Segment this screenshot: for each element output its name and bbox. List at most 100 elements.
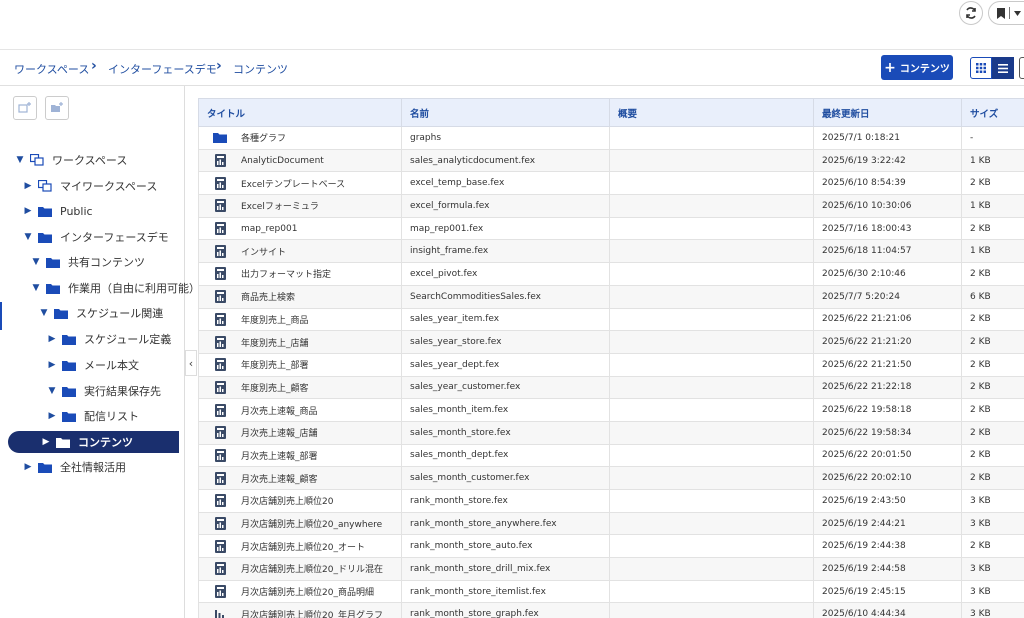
breadcrumb-item-interface-demo[interactable]: インターフェースデモ	[108, 61, 217, 77]
row-name: sales_month_dept.fex	[401, 443, 610, 468]
caret-right-icon[interactable]: ▶	[22, 462, 34, 472]
table-row[interactable]: 年度別売上_商品 sales_year_item.fex 2025/6/22 21:…	[198, 307, 1024, 332]
title-cell[interactable]: 月次売上速報_部署	[198, 443, 402, 468]
row-size: 2 KB	[961, 352, 1024, 377]
table-row[interactable]: 月次売上速報_顧客 sales_month_customer.fex 2025/6/…	[198, 466, 1024, 490]
tree-item[interactable]: ▼ 共有コンテンツ	[30, 251, 145, 273]
title-cell[interactable]: 月次店舗別売上順位20_商品明細	[198, 579, 402, 604]
tree-item-label: 全社情報活用	[60, 461, 126, 474]
table-row[interactable]: 各種グラフ graphs 2025/7/1 0:18:21-	[198, 126, 1024, 150]
title-cell[interactable]: 商品売上検索	[198, 284, 402, 309]
title-cell[interactable]: Excelフォーミュラ	[198, 194, 402, 218]
table-row[interactable]: Excelフォーミュラ excel_formula.fex 2025/6/10 10…	[198, 194, 1024, 218]
title-cell[interactable]: 月次店舗別売上順位20	[198, 489, 402, 513]
table-row[interactable]: 出力フォーマット指定 excel_pivot.fex 2025/6/30 2:10:…	[198, 262, 1024, 286]
caret-down-icon[interactable]: ▼	[30, 257, 42, 267]
tree-item[interactable]: ▶ メール本文	[46, 354, 139, 376]
title-cell[interactable]: 月次売上速報_店舗	[198, 420, 402, 445]
title-cell[interactable]: 月次店舗別売上順位20_anywhere	[198, 511, 402, 536]
title-cell[interactable]: 出力フォーマット指定	[198, 262, 402, 286]
bookmark-button[interactable]	[988, 1, 1024, 25]
column-header-updated[interactable]: 最終更新日	[813, 98, 962, 127]
row-summary	[609, 262, 814, 286]
table-row[interactable]: 商品売上検索 SearchCommoditiesSales.fex 2025/7/7…	[198, 284, 1024, 309]
folder-icon	[46, 255, 62, 269]
column-header-name[interactable]: 名前	[401, 98, 610, 127]
title-cell[interactable]: Excelテンプレートベース	[198, 171, 402, 196]
view-option-button[interactable]	[1019, 57, 1024, 79]
table-row[interactable]: AnalyticDocument sales_analyticdocument.f…	[198, 148, 1024, 173]
table-row[interactable]: インサイト insight_frame.fex 2025/6/18 11:04:57…	[198, 239, 1024, 264]
tree-item[interactable]: ▶ 全社情報活用	[22, 456, 126, 478]
title-cell[interactable]: インサイト	[198, 239, 402, 264]
table-row[interactable]: 月次店舗別売上順位20_年月グラフ rank_month_store_graph.…	[198, 602, 1024, 618]
row-name: excel_pivot.fex	[401, 262, 610, 286]
tree-item[interactable]: ▶ コンテンツ	[8, 431, 179, 453]
caret-down-icon[interactable]: ▼	[14, 155, 26, 165]
row-size: 3 KB	[961, 602, 1024, 618]
tree-item[interactable]: ▼ 作業用（自由に利用可能）	[30, 277, 200, 299]
table-row[interactable]: 年度別売上_顧客 sales_year_customer.fex 2025/6/22…	[198, 375, 1024, 400]
caret-right-icon[interactable]: ▶	[46, 360, 58, 370]
caret-down-icon[interactable]: ▼	[30, 283, 42, 293]
collapse-sidebar-button[interactable]: ‹	[185, 350, 197, 376]
caret-right-icon[interactable]: ▶	[22, 206, 34, 216]
tree-item[interactable]: ▶ スケジュール定義	[46, 328, 172, 350]
table-row[interactable]: 年度別売上_店舗 sales_year_store.fex 2025/6/22 21…	[198, 330, 1024, 354]
table-row[interactable]: 月次店舗別売上順位20_ドリル混在 rank_month_store_drill_…	[198, 557, 1024, 581]
caret-down-icon[interactable]: ▼	[22, 232, 34, 242]
title-cell[interactable]: 各種グラフ	[198, 126, 402, 150]
column-header-size[interactable]: サイズ	[961, 98, 1024, 127]
row-updated: 2025/6/22 19:58:34	[813, 420, 962, 445]
tree-item[interactable]: ▼ インターフェースデモ	[22, 226, 169, 248]
title-cell[interactable]: 月次店舗別売上順位20_年月グラフ	[198, 602, 402, 618]
table-row[interactable]: map_rep001 map_rep001.fex 2025/7/16 18:00:…	[198, 216, 1024, 241]
tree-item[interactable]: ▼ 実行結果保存先	[46, 380, 161, 402]
caret-right-icon[interactable]: ▶	[46, 334, 58, 344]
row-summary	[609, 239, 814, 264]
caret-right-icon[interactable]: ▶	[40, 437, 52, 447]
title-cell[interactable]: AnalyticDocument	[198, 148, 402, 173]
row-name: sales_month_store.fex	[401, 420, 610, 445]
title-cell[interactable]: 年度別売上_部署	[198, 352, 402, 377]
tree-item[interactable]: ▶ Public	[22, 200, 93, 222]
refresh-button[interactable]	[959, 1, 983, 25]
add-content-button[interactable]: + コンテンツ	[881, 55, 953, 80]
document-icon	[213, 517, 227, 531]
title-cell[interactable]: 月次店舗別売上順位20_オート	[198, 534, 402, 559]
title-cell[interactable]: 月次売上速報_顧客	[198, 466, 402, 490]
title-cell[interactable]: 月次店舗別売上順位20_ドリル混在	[198, 557, 402, 581]
caret-right-icon[interactable]: ▶	[22, 181, 34, 191]
title-cell[interactable]: map_rep001	[198, 216, 402, 241]
row-summary	[609, 148, 814, 173]
table-row[interactable]: 月次売上速報_商品 sales_month_item.fex 2025/6/22 1…	[198, 398, 1024, 422]
table-row[interactable]: 月次店舗別売上順位20 rank_month_store.fex 2025/6/19…	[198, 489, 1024, 513]
new-workspace-button[interactable]	[13, 96, 37, 120]
new-folder-button[interactable]	[45, 96, 69, 120]
table-row[interactable]: 月次売上速報_店舗 sales_month_store.fex 2025/6/22 …	[198, 420, 1024, 445]
tree-item[interactable]: ▼ ワークスペース	[14, 149, 127, 171]
column-header-title[interactable]: タイトル	[198, 98, 402, 127]
grid-view-button[interactable]	[970, 57, 992, 79]
table-row[interactable]: 年度別売上_部署 sales_year_dept.fex 2025/6/22 21:…	[198, 352, 1024, 377]
caret-down-icon[interactable]: ▼	[46, 386, 58, 396]
caret-down-icon[interactable]: ▼	[38, 308, 50, 318]
title-cell[interactable]: 年度別売上_店舗	[198, 330, 402, 354]
tree-item-label: ワークスペース	[52, 154, 128, 167]
tree-item[interactable]: ▶ マイワークスペース	[22, 175, 157, 197]
list-view-button[interactable]	[992, 57, 1014, 79]
caret-right-icon[interactable]: ▶	[46, 411, 58, 421]
breadcrumb-item-workspace[interactable]: ワークスペース	[14, 61, 89, 77]
table-row[interactable]: Excelテンプレートベース excel_temp_base.fex 2025/6/…	[198, 171, 1024, 196]
table-row[interactable]: 月次店舗別売上順位20_オート rank_month_store_auto.fex…	[198, 534, 1024, 559]
table-row[interactable]: 月次売上速報_部署 sales_month_dept.fex 2025/6/22 2…	[198, 443, 1024, 468]
title-cell[interactable]: 年度別売上_商品	[198, 307, 402, 332]
plus-icon: +	[884, 59, 896, 76]
table-row[interactable]: 月次店舗別売上順位20_anywhere rank_month_store_any…	[198, 511, 1024, 536]
title-cell[interactable]: 月次売上速報_商品	[198, 398, 402, 422]
tree-item[interactable]: ▶ 配信リスト	[46, 405, 139, 427]
table-row[interactable]: 月次店舗別売上順位20_商品明細 rank_month_store_itemlis…	[198, 579, 1024, 604]
tree-item[interactable]: ▼ スケジュール関連	[38, 302, 164, 324]
column-header-summary[interactable]: 概要	[609, 98, 814, 127]
title-cell[interactable]: 年度別売上_顧客	[198, 375, 402, 400]
